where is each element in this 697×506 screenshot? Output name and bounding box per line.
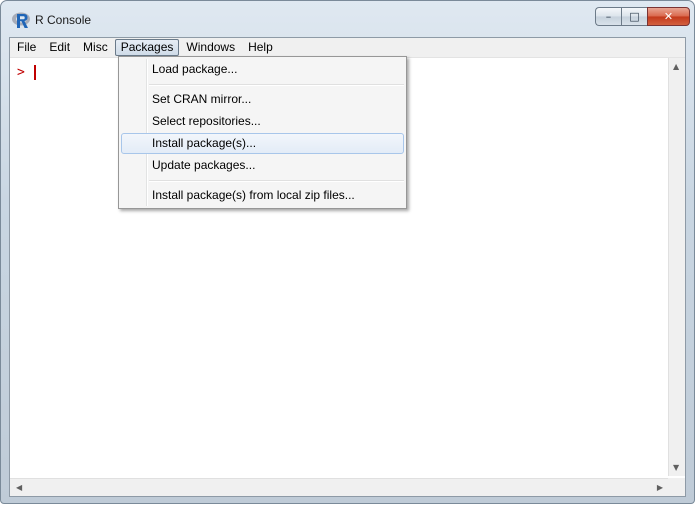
arrow-up-icon[interactable]: ▲ — [673, 62, 679, 71]
menu-misc[interactable]: Misc — [77, 39, 114, 56]
close-button[interactable]: ✕ — [647, 7, 690, 26]
maximize-icon: □ — [629, 10, 640, 23]
menu-item-update-packages[interactable]: Update packages... — [121, 155, 404, 176]
menu-separator — [149, 84, 404, 86]
menu-separator — [149, 180, 404, 182]
window-title: R Console — [35, 13, 92, 27]
maximize-button[interactable]: □ — [621, 7, 647, 26]
horizontal-scrollbar[interactable]: ◀ ▶ — [10, 478, 668, 496]
window-controls: – □ ✕ — [595, 7, 690, 26]
menu-item-select-repositories[interactable]: Select repositories... — [121, 111, 404, 132]
arrow-left-icon[interactable]: ◀ — [16, 483, 22, 492]
console-prompt: > — [17, 65, 25, 80]
menu-item-load-package[interactable]: Load package... — [121, 59, 404, 80]
scrollbar-corner — [668, 478, 685, 496]
menu-item-install-from-zip[interactable]: Install package(s) from local zip files.… — [121, 185, 404, 206]
menu-item-set-cran-mirror[interactable]: Set CRAN mirror... — [121, 89, 404, 110]
menu-file[interactable]: File — [11, 39, 42, 56]
menu-help[interactable]: Help — [242, 39, 279, 56]
menu-packages[interactable]: Packages — [114, 39, 180, 56]
menu-edit[interactable]: Edit — [43, 39, 76, 56]
close-icon: ✕ — [663, 10, 674, 23]
arrow-down-icon[interactable]: ▼ — [673, 463, 679, 472]
text-cursor — [34, 65, 36, 80]
vertical-scrollbar[interactable]: ▲ ▼ — [668, 58, 685, 476]
packages-dropdown-menu: Load package... Set CRAN mirror... Selec… — [118, 56, 407, 209]
menu-bar: File Edit Misc Packages Windows Help — [10, 38, 685, 58]
title-bar[interactable]: R Console – □ ✕ — [1, 1, 696, 33]
arrow-right-icon[interactable]: ▶ — [657, 483, 663, 492]
minimize-icon: – — [605, 10, 612, 23]
minimize-button[interactable]: – — [595, 7, 621, 26]
menu-item-install-packages[interactable]: Install package(s)... — [121, 133, 404, 154]
r-logo-icon — [11, 10, 31, 30]
menu-windows[interactable]: Windows — [180, 39, 241, 56]
